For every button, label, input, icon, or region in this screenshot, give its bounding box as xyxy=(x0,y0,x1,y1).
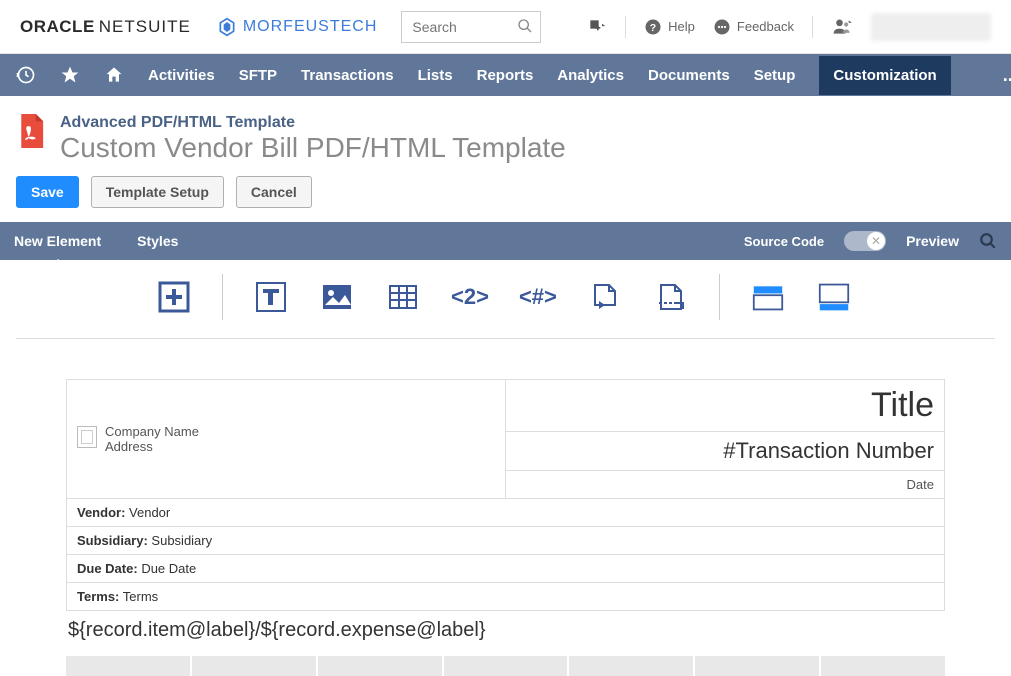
add-element-icon[interactable] xyxy=(156,279,192,315)
line-item-headers[interactable] xyxy=(66,656,945,676)
source-code-label: Source Code xyxy=(744,234,824,249)
netsuite-logo: NETSUITE xyxy=(99,17,191,37)
morfeus-logo: MORFEUSTECH xyxy=(217,17,378,37)
template-setup-button[interactable]: Template Setup xyxy=(91,176,224,208)
company-block[interactable]: Company Name Address xyxy=(77,424,495,454)
company-address[interactable]: Address xyxy=(105,439,199,454)
divider xyxy=(625,16,626,38)
nav-customization[interactable]: Customization xyxy=(819,56,950,95)
preview-label[interactable]: Preview xyxy=(906,233,959,249)
feedback-link[interactable]: Feedback xyxy=(713,18,794,36)
terms-value[interactable]: Terms xyxy=(123,589,158,604)
nav-reports[interactable]: Reports xyxy=(477,56,534,95)
create-new-icon[interactable] xyxy=(587,17,607,37)
subsidiary-value[interactable]: Subsidiary xyxy=(151,533,212,548)
page-number-icon[interactable] xyxy=(653,279,689,315)
tab-new-element[interactable]: New Element xyxy=(14,223,101,259)
help-icon: ? xyxy=(644,18,662,36)
breadcrumb: Advanced PDF/HTML Template xyxy=(60,114,566,132)
page-head: Advanced PDF/HTML Template Custom Vendor… xyxy=(0,96,1011,176)
help-link[interactable]: ? Help xyxy=(644,18,695,36)
nav-transactions[interactable]: Transactions xyxy=(301,56,394,95)
nav-setup[interactable]: Setup xyxy=(754,56,796,95)
logo-placeholder-icon[interactable] xyxy=(77,426,97,448)
user-name-blurred xyxy=(871,13,991,41)
text-block-icon[interactable] xyxy=(253,279,289,315)
image-icon[interactable] xyxy=(319,279,355,315)
toggle-knob: ✕ xyxy=(867,232,885,250)
nav-analytics[interactable]: Analytics xyxy=(557,56,624,95)
pdf-icon xyxy=(16,114,46,148)
terms-label[interactable]: Terms: xyxy=(77,589,119,604)
table-icon[interactable] xyxy=(385,279,421,315)
footer-section-icon[interactable] xyxy=(816,279,852,315)
morfeus-icon xyxy=(217,17,237,37)
company-name[interactable]: Company Name xyxy=(105,424,199,439)
star-icon[interactable] xyxy=(60,65,80,85)
source-code-toggle[interactable]: ✕ xyxy=(844,231,886,251)
morfeus-label: MORFEUSTECH xyxy=(243,18,378,36)
top-header: ORACLE NETSUITE MORFEUSTECH ? Help Feedb… xyxy=(0,0,1011,54)
due-date-label[interactable]: Due Date: xyxy=(77,561,138,576)
save-button[interactable]: Save xyxy=(16,176,79,208)
transaction-number[interactable]: #Transaction Number xyxy=(506,432,945,471)
help-label: Help xyxy=(668,19,695,34)
nav-activities[interactable]: Activities xyxy=(148,56,215,95)
header-right: ? Help Feedback xyxy=(587,13,991,41)
doc-title[interactable]: Title xyxy=(506,380,945,432)
header-section-icon[interactable] xyxy=(750,279,786,315)
nav-sftp[interactable]: SFTP xyxy=(239,56,277,95)
svg-text:?: ? xyxy=(650,21,656,33)
variable-icon[interactable]: <#> xyxy=(519,279,557,315)
main-nav: Activities SFTP Transactions Lists Repor… xyxy=(0,54,1011,96)
action-bar: Save Template Setup Cancel xyxy=(0,176,1011,222)
divider xyxy=(812,16,813,38)
record-labels[interactable]: ${record.item@label}/${record.expense@la… xyxy=(66,611,945,650)
user-icon[interactable] xyxy=(831,17,853,37)
feedback-icon xyxy=(713,18,731,36)
heading-icon[interactable]: <2> xyxy=(451,279,489,315)
vendor-value[interactable]: Vendor xyxy=(129,505,170,520)
template-outer-table[interactable]: Company Name Address Title #Transaction … xyxy=(66,379,945,611)
preview-magnify-icon[interactable] xyxy=(979,232,997,250)
toolbar-divider xyxy=(222,274,223,320)
doc-date[interactable]: Date xyxy=(506,471,945,499)
subsidiary-label[interactable]: Subsidiary: xyxy=(77,533,148,548)
search-icon[interactable] xyxy=(517,18,533,34)
recent-icon[interactable] xyxy=(16,65,36,85)
cancel-button[interactable]: Cancel xyxy=(236,176,312,208)
editor-tab-bar: New Element Styles Source Code ✕ Preview xyxy=(0,222,1011,260)
due-date-value[interactable]: Due Date xyxy=(141,561,196,576)
page-break-icon[interactable] xyxy=(587,279,623,315)
tab-styles[interactable]: Styles xyxy=(137,223,178,259)
oracle-logo: ORACLE xyxy=(20,17,95,37)
feedback-label: Feedback xyxy=(737,19,794,34)
page-title: Custom Vendor Bill PDF/HTML Template xyxy=(60,132,566,164)
vendor-label[interactable]: Vendor: xyxy=(77,505,125,520)
nav-more[interactable]: ... xyxy=(999,65,1011,86)
template-canvas: Company Name Address Title #Transaction … xyxy=(16,379,995,676)
search-wrap xyxy=(401,11,541,43)
home-icon[interactable] xyxy=(104,65,124,85)
nav-documents[interactable]: Documents xyxy=(648,56,730,95)
toolbar-divider xyxy=(719,274,720,320)
nav-lists[interactable]: Lists xyxy=(418,56,453,95)
editor-toolbar: <2> <#> xyxy=(16,260,995,339)
